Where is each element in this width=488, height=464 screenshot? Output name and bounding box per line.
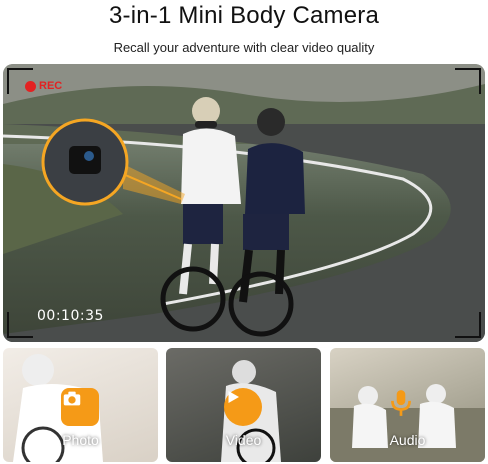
rec-label: REC [39, 80, 63, 92]
frame-corner-bottom-left [7, 312, 33, 338]
frame-corner-bottom-right [455, 312, 481, 338]
mode-tile-audio: Audio [330, 348, 485, 462]
rec-indicator: REC [25, 80, 62, 92]
record-dot-icon [25, 80, 36, 92]
page-subtitle: Recall your adventure with clear video q… [113, 40, 375, 55]
frame-corner-top-right [455, 68, 481, 94]
hero-scene [3, 64, 485, 342]
mode-tile-video: Video [166, 348, 321, 462]
mode-label-audio: Audio [389, 432, 426, 448]
play-icon [224, 388, 262, 426]
recording-timestamp: 00:10:35 [37, 308, 104, 324]
mode-label-video: Video [225, 432, 262, 448]
mode-label-photo: Photo [62, 432, 99, 448]
page-title: 3-in-1 Mini Body Camera [108, 2, 380, 29]
mode-tile-photo: Photo [3, 348, 158, 462]
microphone-icon [388, 388, 426, 426]
camera-icon [61, 388, 99, 426]
hero-image: REC 00:10:35 [3, 64, 485, 342]
